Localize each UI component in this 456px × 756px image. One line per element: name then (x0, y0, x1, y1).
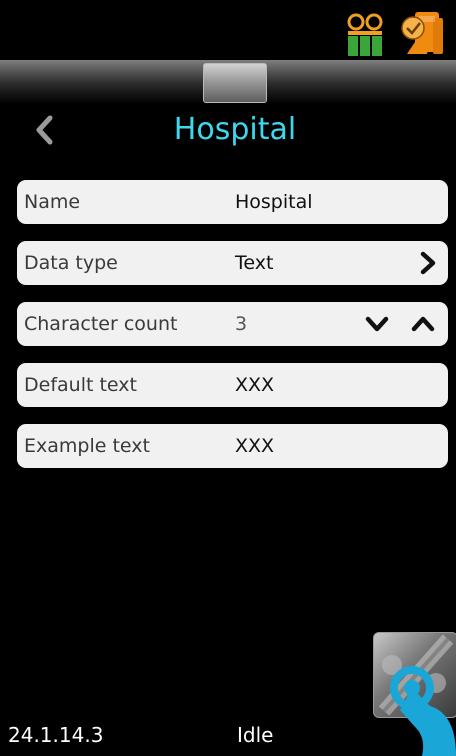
field-value: Hospital (235, 191, 313, 213)
field-row-example-text[interactable]: Example text XXX (17, 424, 448, 468)
field-value: XXX (235, 435, 275, 457)
field-label: Character count (24, 313, 178, 335)
page-title: Hospital (173, 112, 297, 147)
field-label: Example text (24, 435, 150, 457)
field-row-default-text[interactable]: Default text XXX (17, 363, 448, 407)
field-value: 3 (235, 313, 248, 335)
chevron-down-icon[interactable] (363, 310, 391, 338)
field-label: Default text (24, 374, 137, 396)
chevron-up-icon[interactable] (409, 310, 437, 338)
field-label: Data type (24, 252, 118, 274)
touch-gesture-icon (390, 666, 456, 756)
field-row-data-type[interactable]: Data type Text (17, 241, 448, 285)
version-label: 24.1.14.3 (8, 723, 104, 747)
status-bar (0, 0, 456, 60)
field-row-name[interactable]: Name Hospital (17, 180, 448, 224)
chevron-right-icon[interactable] (414, 249, 442, 277)
printer-status-icon (401, 12, 443, 54)
status-text: Idle (237, 723, 274, 747)
tape-cassette-icon (347, 13, 383, 56)
drawer-handle[interactable] (203, 63, 267, 103)
field-row-character-count[interactable]: Character count 3 (17, 302, 448, 346)
field-value: XXX (235, 374, 275, 396)
field-label: Name (24, 191, 81, 213)
back-button[interactable] (28, 112, 64, 148)
field-value: Text (235, 252, 274, 274)
